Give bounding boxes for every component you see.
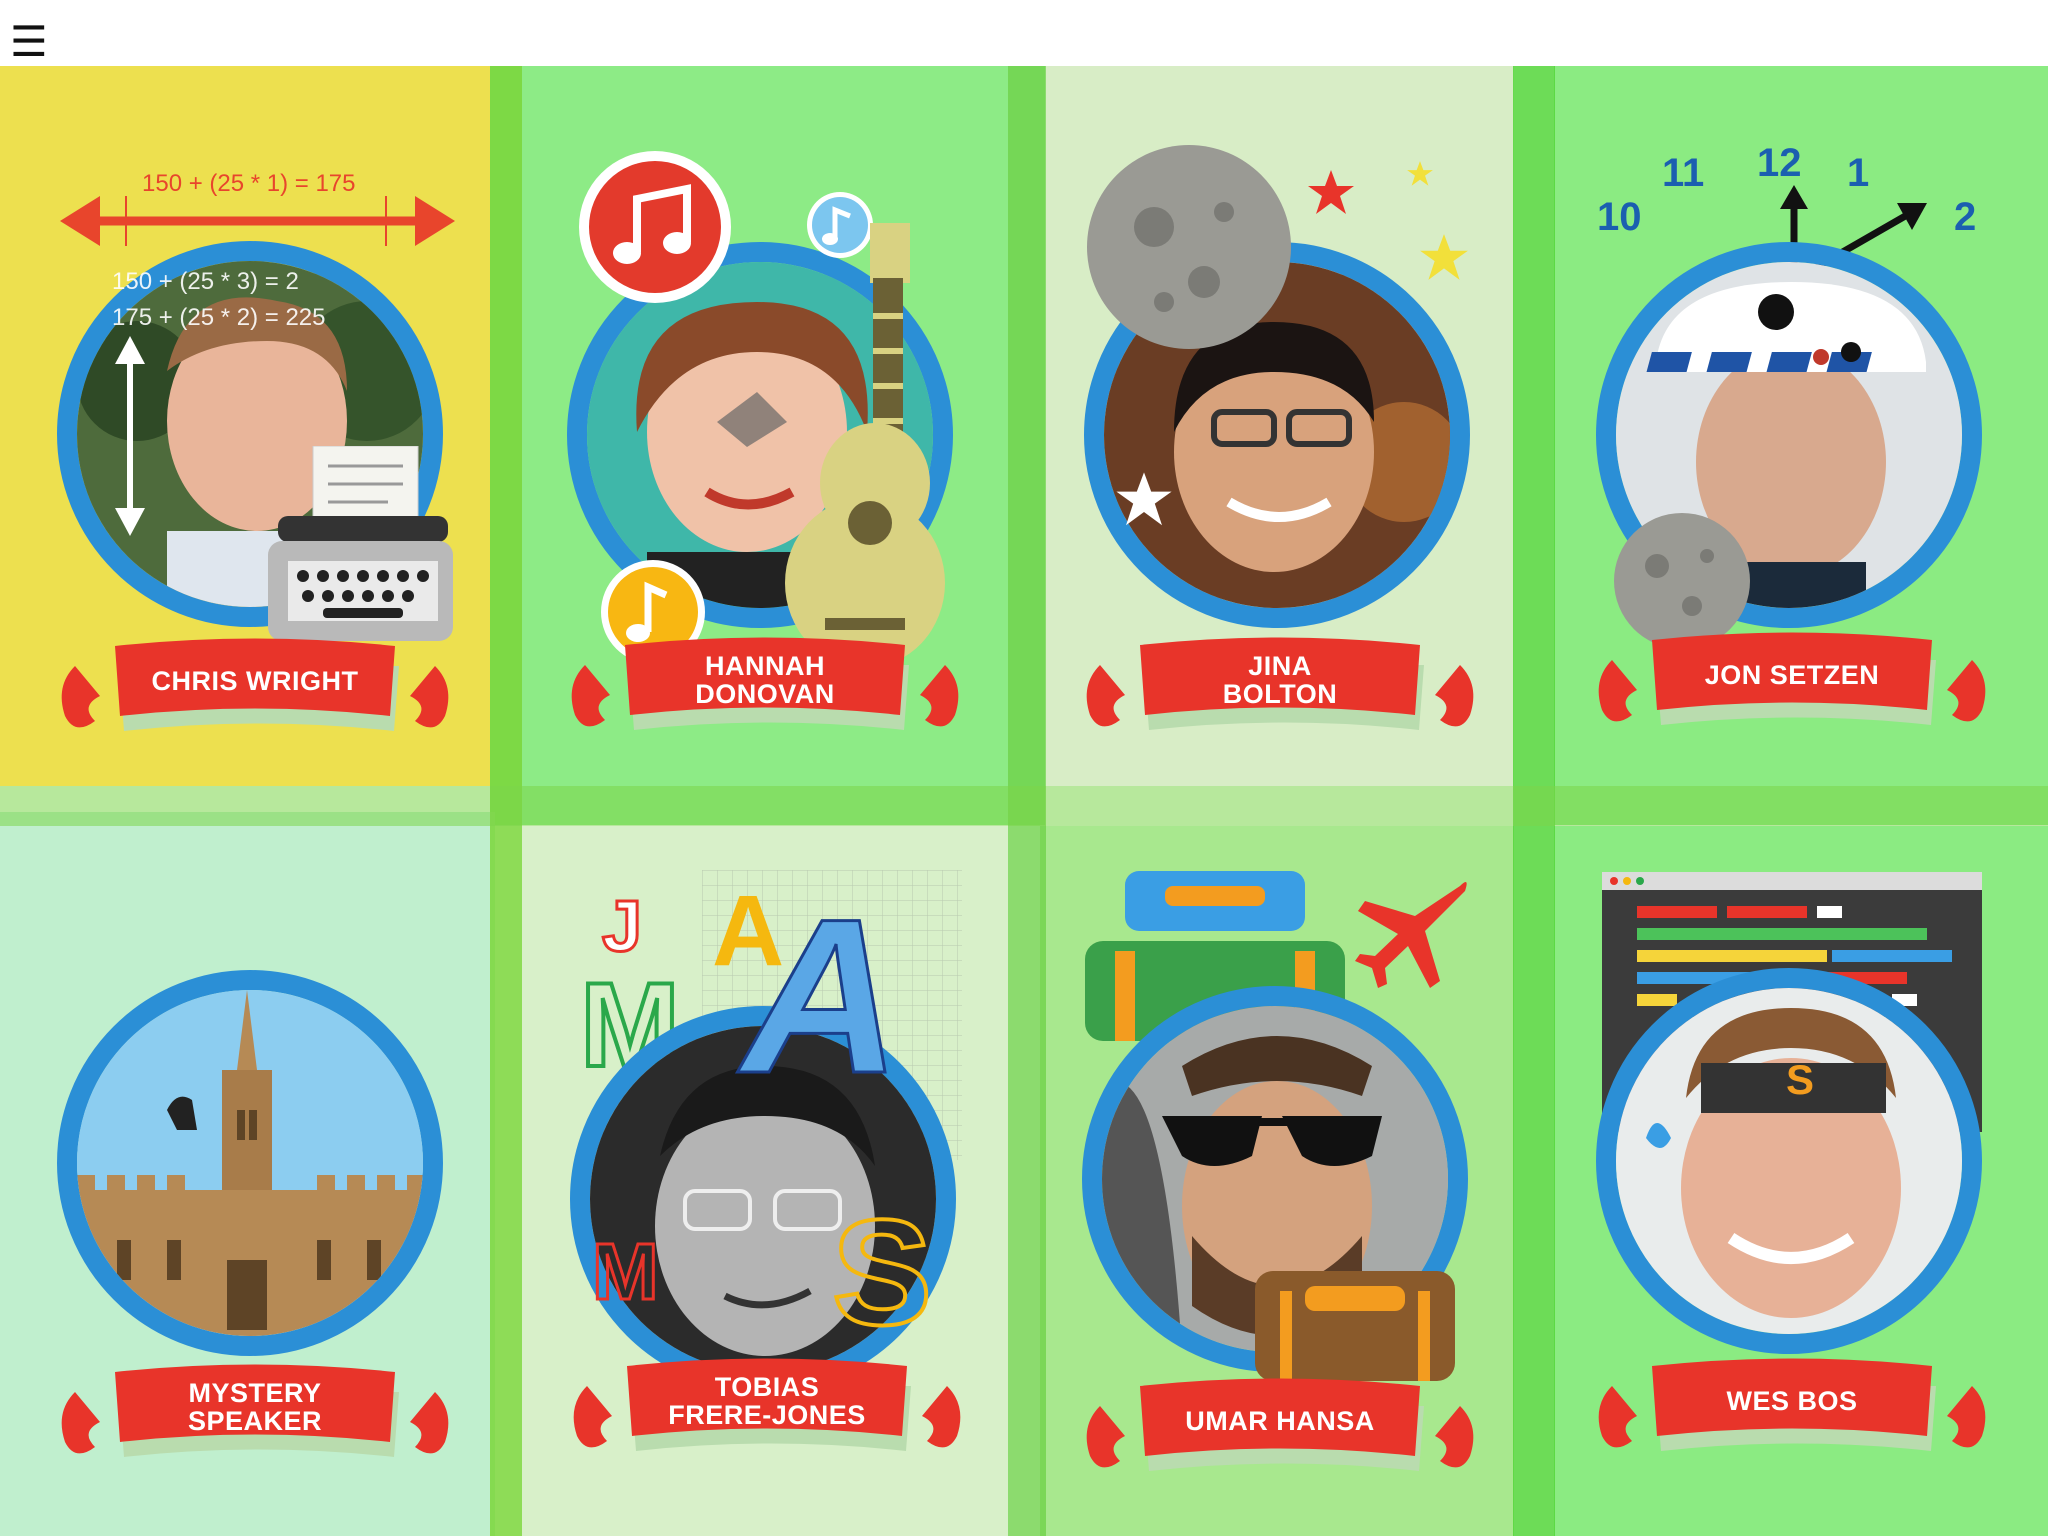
clock-number: 2 [1954,195,1977,239]
letter-icon: A [741,873,903,1119]
name-banner: HANNAH DONOVAN [565,625,965,745]
hamburger-menu-icon[interactable]: ☰ [10,20,50,64]
typewriter-icon [268,446,453,641]
vertical-arrow-icon [115,336,145,536]
speaker-name: TOBIAS FRERE-JONES [668,1372,866,1430]
row-divider [0,786,2048,826]
speaker-card[interactable]: UMAR HANSA [1040,826,1514,1536]
speaker-name: HANNAH DONOVAN [695,651,835,709]
airplane-icon [1355,882,1467,988]
name-banner: JON SETZEN [1592,620,1992,740]
formula-text: 150 + (25 * 3) = 2 [112,268,299,295]
speaker-card[interactable]: S WES BOS [1554,826,2048,1536]
speaker-name: JINA BOLTON [1222,651,1338,709]
formula-text: 150 + (25 * 1) = 175 [142,170,356,197]
music-note-icon [579,151,731,303]
speaker-card[interactable]: 150 + (25 * 1) = 175 150 + (25 * 3) = 2 … [0,66,495,786]
name-banner: TOBIAS FRERE-JONES [567,1346,967,1466]
star-icon [1308,170,1354,214]
letter-icon: M [591,1226,661,1318]
name-banner: UMAR HANSA [1080,1366,1480,1486]
headband-letter: S [1786,1056,1815,1103]
speaker-name: WES BOS [1726,1386,1858,1416]
speaker-name: JON SETZEN [1704,660,1880,690]
clock-number: 12 [1757,141,1802,185]
speaker-card[interactable]: J A M A M S TOBIAS FRERE-JONES [522,826,1008,1536]
speaker-card[interactable]: JINA BOLTON [1046,60,1514,786]
clock-number: 11 [1662,151,1705,195]
letter-icon: S [830,1186,934,1358]
name-banner: JINA BOLTON [1080,625,1480,745]
speaker-card[interactable]: MYSTERY SPEAKER [0,812,495,1536]
star-icon [1116,472,1172,526]
guitar-icon [785,223,945,668]
name-banner: CHRIS WRIGHT [55,626,455,746]
clock-number: 10 [1597,195,1642,239]
speaker-portrait [57,970,443,1356]
horizontal-arrow-icon [60,196,455,246]
star-icon [1420,234,1468,280]
speaker-card[interactable]: HANNAH DONOVAN [490,55,1045,825]
speaker-card[interactable]: 10 11 12 1 2 JON SETZEN [1554,55,2048,825]
moon-icon [1087,145,1291,349]
formula-text: 175 + (25 * 2) = 225 [112,304,326,331]
speaker-name: UMAR HANSA [1185,1406,1375,1436]
backpack-icon [1255,1271,1455,1381]
name-banner: WES BOS [1592,1346,1992,1466]
star-icon [1407,161,1433,186]
speaker-portrait: S [1596,968,1982,1354]
name-banner: MYSTERY SPEAKER [55,1352,455,1472]
speaker-name: CHRIS WRIGHT [151,666,359,696]
top-bar: ☰ [0,0,2048,66]
speaker-name: MYSTERY SPEAKER [187,1378,323,1436]
